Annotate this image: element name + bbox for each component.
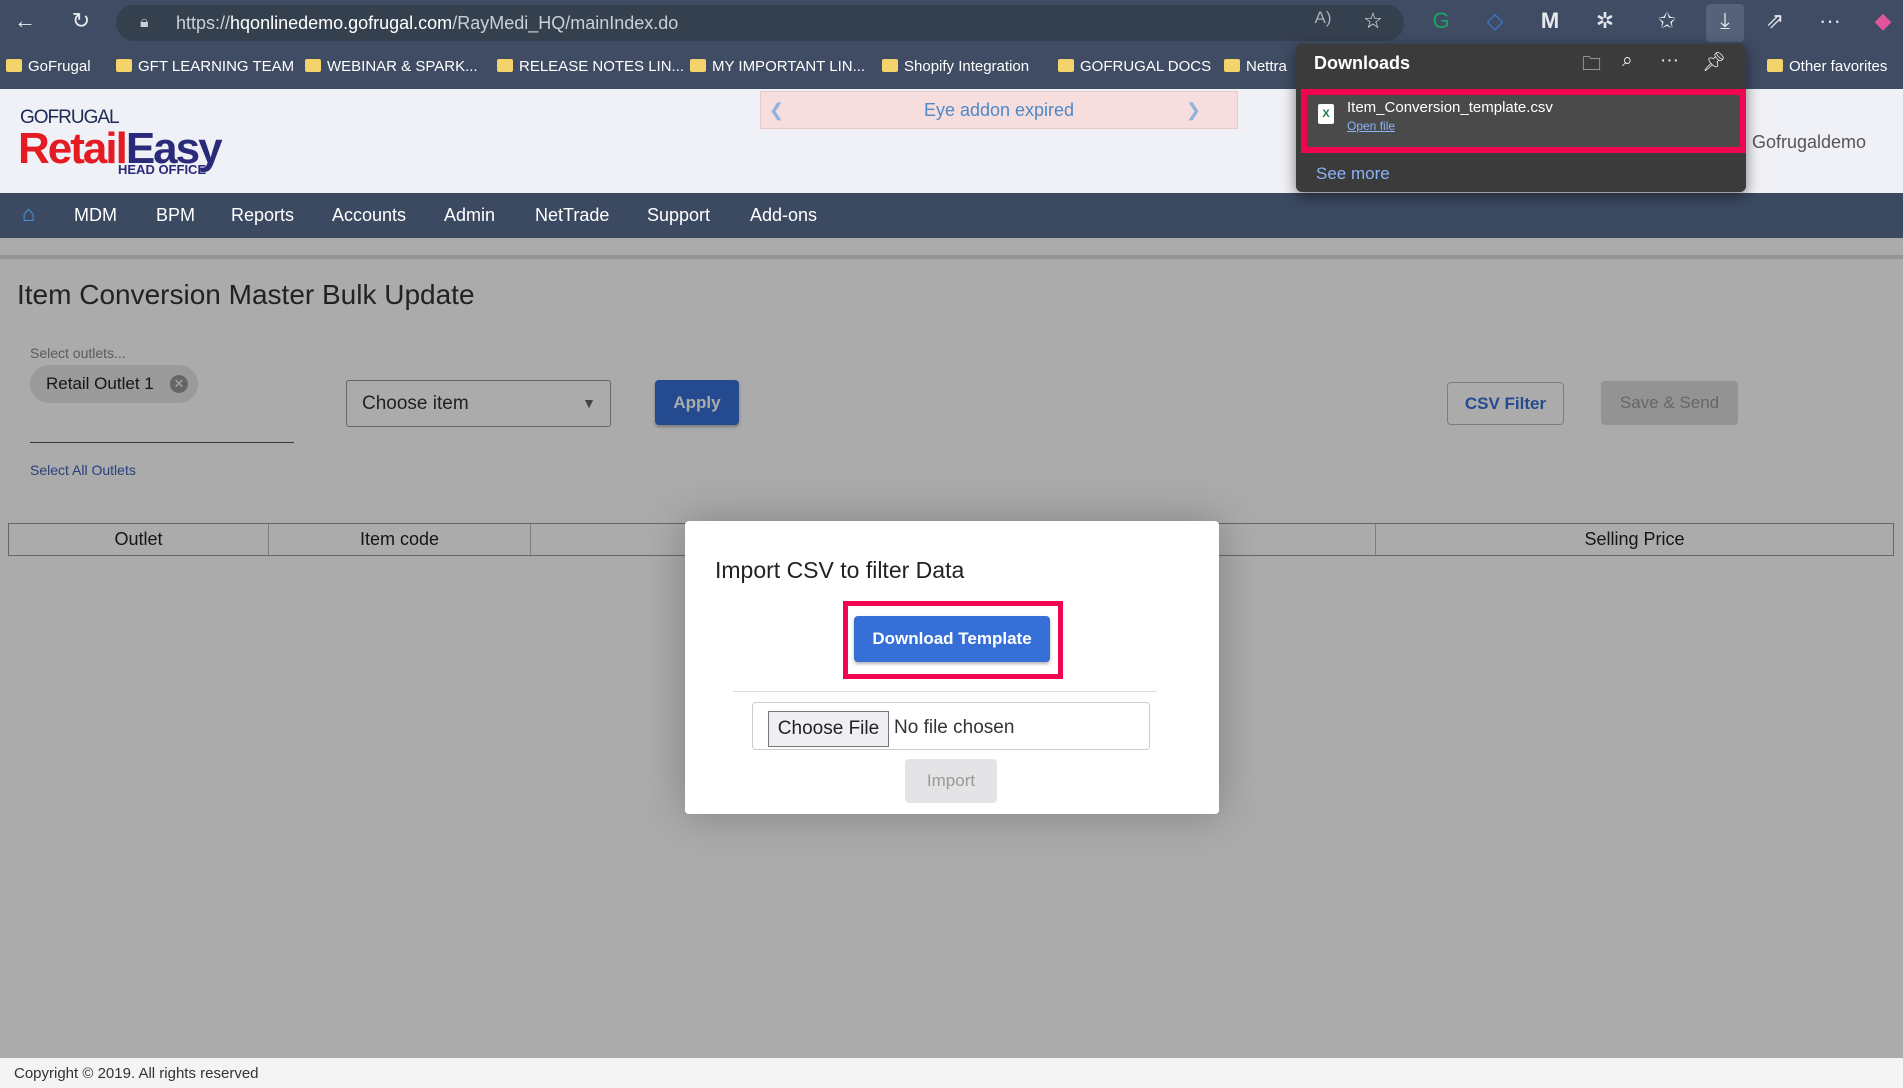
bookmark-item[interactable]: RELEASE NOTES LIN...: [497, 58, 684, 75]
bookmark-label: MY IMPORTANT LIN...: [712, 58, 866, 75]
bookmark-label: GOFRUGAL DOCS: [1080, 58, 1212, 75]
extensions-icon[interactable]: ✲: [1590, 8, 1620, 34]
download-template-button[interactable]: Download Template: [854, 616, 1050, 662]
bookmark-item[interactable]: GFT LEARNING TEAM: [116, 58, 294, 75]
bookmark-item[interactable]: Shopify Integration: [882, 58, 1029, 75]
open-folder-icon[interactable]: 🗀︎: [1582, 50, 1601, 82]
nav-reports[interactable]: Reports: [231, 205, 294, 226]
bookmark-item[interactable]: MY IMPORTANT LIN...: [690, 58, 865, 75]
downloads-panel: Downloads 🗀︎ ⌕ ··· 📌︎ X Item_Conversion_…: [1296, 44, 1746, 192]
download-item[interactable]: X Item_Conversion_template.csv Open file: [1301, 89, 1746, 153]
folder-icon: [6, 59, 22, 72]
folder-icon: [1058, 59, 1074, 72]
folder-icon: [497, 59, 513, 72]
nav-bpm[interactable]: BPM: [156, 205, 195, 226]
folder-icon: [116, 59, 132, 72]
nav-admin[interactable]: Admin: [444, 205, 495, 226]
favorite-star-icon[interactable]: ☆: [1358, 8, 1388, 34]
folder-icon: [1224, 59, 1240, 72]
bookmark-label: GoFrugal: [28, 58, 91, 75]
main-nav: ⌂ MDM BPM Reports Accounts Admin NetTrad…: [0, 193, 1903, 238]
refresh-icon[interactable]: ↻: [66, 8, 96, 34]
footer: Copyright © 2019. All rights reserved: [0, 1058, 1903, 1088]
excel-file-icon: X: [1318, 104, 1334, 124]
open-file-link[interactable]: Open file: [1347, 119, 1395, 133]
see-more-link[interactable]: See more: [1316, 164, 1390, 184]
chevron-right-icon[interactable]: ❯: [1186, 92, 1201, 128]
logo-retail: Retail: [18, 124, 128, 173]
nav-support[interactable]: Support: [647, 205, 710, 226]
bookmark-label: WEBINAR & SPARK...: [327, 58, 478, 75]
nav-accounts[interactable]: Accounts: [332, 205, 406, 226]
copilot-icon[interactable]: ◆: [1868, 8, 1898, 34]
share-icon[interactable]: ⇗: [1760, 8, 1790, 34]
import-button[interactable]: Import: [905, 759, 997, 803]
bookmark-label: RELEASE NOTES LIN...: [519, 58, 685, 75]
bookmark-label: Shopify Integration: [904, 58, 1030, 75]
bookmark-item[interactable]: Nettra: [1224, 58, 1287, 75]
browser-toolbar: ← ↻ 🔒︎ https://hqonlinedemo.gofrugal.com…: [0, 0, 1903, 46]
folder-icon: [1767, 59, 1783, 72]
url-path: /RayMedi_HQ/mainIndex.do: [452, 13, 679, 33]
banner-text: Eye addon expired: [923, 100, 1075, 120]
logo-head-office: HEAD OFFICE: [118, 162, 207, 177]
downloads-title: Downloads: [1314, 53, 1411, 73]
notification-banner: ❮ Eye addon expired ❯: [760, 91, 1238, 129]
search-icon[interactable]: ⌕: [1622, 50, 1633, 72]
user-name[interactable]: Gofrugaldemo: [1752, 132, 1866, 153]
read-aloud-icon[interactable]: A): [1308, 8, 1338, 28]
bookmark-label: Nettra: [1246, 58, 1287, 75]
nav-addons[interactable]: Add-ons: [750, 205, 817, 226]
bookmark-item[interactable]: GOFRUGAL DOCS: [1058, 58, 1211, 75]
folder-icon: [305, 59, 321, 72]
downloads-icon[interactable]: ⤓: [1706, 4, 1744, 42]
download-file-name: Item_Conversion_template.csv: [1347, 99, 1553, 116]
url-prefix: https://: [176, 13, 231, 33]
grammarly-icon[interactable]: G: [1426, 8, 1456, 34]
other-favorites[interactable]: Other favorites: [1767, 58, 1887, 75]
bookmark-item[interactable]: WEBINAR & SPARK...: [305, 58, 478, 75]
folder-icon: [690, 59, 706, 72]
nav-mdm[interactable]: MDM: [74, 205, 117, 226]
folder-icon: [882, 59, 898, 72]
more-options-icon[interactable]: ···: [1660, 50, 1679, 72]
back-icon[interactable]: ←: [10, 8, 40, 34]
modal-title: Import CSV to filter Data: [715, 557, 965, 583]
bookmark-label: GFT LEARNING TEAM: [138, 58, 295, 75]
no-file-text: No file chosen: [894, 717, 1015, 738]
bookmark-label: Other favorites: [1789, 58, 1888, 75]
choose-file-button[interactable]: Choose File: [768, 711, 889, 747]
divider: [733, 691, 1157, 692]
file-input[interactable]: Choose File No file chosen: [752, 702, 1150, 750]
lock-icon: 🔒︎: [140, 14, 149, 31]
import-csv-modal: Import CSV to filter Data Download Templ…: [685, 521, 1219, 814]
home-icon[interactable]: ⌂: [22, 201, 35, 227]
bookmark-item[interactable]: GoFrugal: [6, 58, 91, 75]
pin-icon[interactable]: 📌︎: [1702, 50, 1726, 74]
malwarebytes-icon[interactable]: M: [1535, 8, 1565, 34]
extension-diamond-icon[interactable]: ◇: [1480, 8, 1510, 34]
nav-nettrade[interactable]: NetTrade: [535, 205, 609, 226]
chevron-left-icon[interactable]: ❮: [769, 92, 784, 128]
url-host: hqonlinedemo.gofrugal.com: [230, 13, 453, 33]
more-menu-icon[interactable]: ···: [1815, 8, 1845, 34]
address-bar[interactable]: 🔒︎ https://hqonlinedemo.gofrugal.com/Ray…: [116, 5, 1404, 41]
favorites-icon[interactable]: ✩: [1652, 8, 1682, 34]
